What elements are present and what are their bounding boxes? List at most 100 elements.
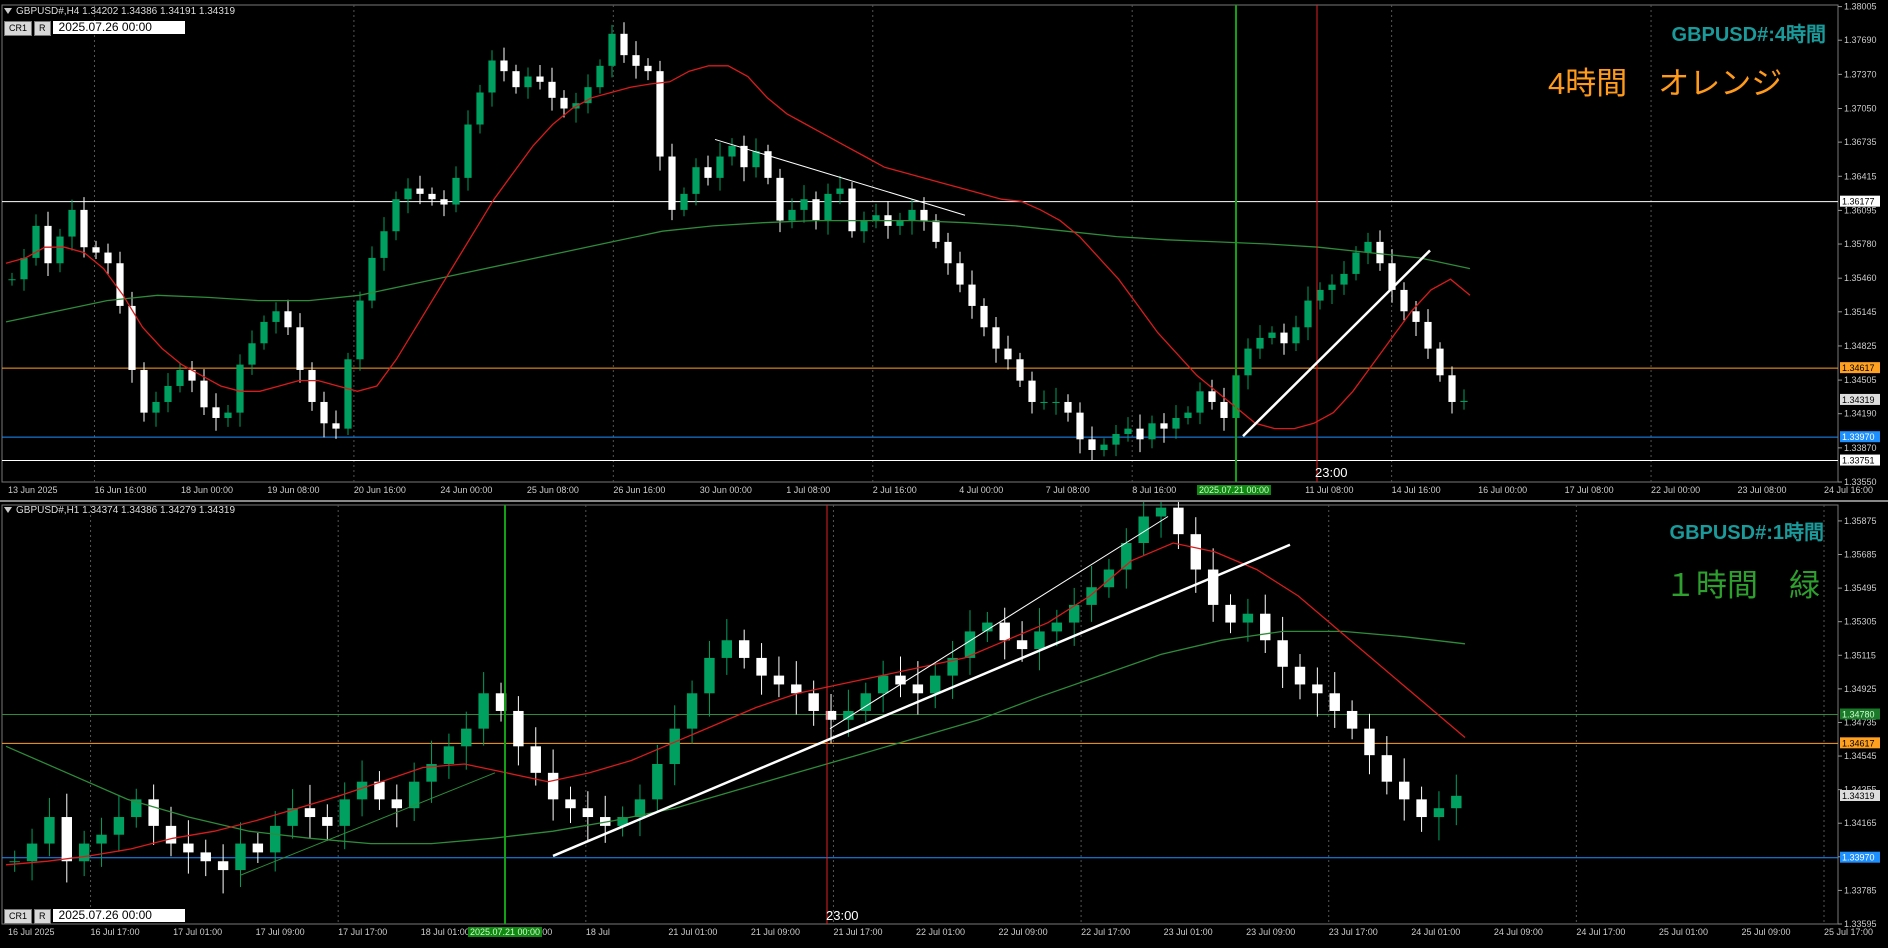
h1-candle-body (252, 843, 264, 853)
h1-tag-row: CR1 R 2025.07.26 00:00 (4, 909, 185, 924)
h1-candle-body (200, 852, 211, 862)
h4-r-tag[interactable]: R (34, 21, 51, 36)
h1-candle-body (791, 684, 802, 694)
h1-green-marker: 2025.07.21 00:00 (468, 927, 543, 937)
h1-candle-body (1346, 710, 1358, 729)
h4-candle-body (248, 343, 256, 365)
h4-symbol-title: GBPUSD#:4時間 (1671, 24, 1826, 46)
h1-chart-svg[interactable]: 16 Jul 2025 16 Jul 17:00 17 Jul 01:00 17 Ju… (0, 502, 1888, 948)
h1-candle-body (1312, 684, 1323, 694)
h4-y-tick-label: 1.35780 (1844, 239, 1877, 249)
h1-date-box[interactable]: 2025.07.26 00:00 (52, 909, 185, 922)
h1-candle-body (443, 746, 455, 765)
h1-symbol-title: GBPUSD#:1時間 (1669, 522, 1824, 544)
h4-candle-body (1136, 428, 1144, 440)
h4-candle-body (308, 369, 316, 402)
h1-candle-body (1260, 613, 1271, 641)
h4-candle-body (68, 209, 76, 237)
h1-price-label: 1.34617 (1842, 738, 1875, 748)
h4-y-tick-label: 1.33550 (1844, 477, 1877, 487)
h4-candle-body (836, 188, 844, 194)
h1-cursor-time: 23:00 (826, 908, 859, 923)
h4-candle-body (452, 177, 460, 205)
h1-candle-body (1294, 666, 1306, 685)
h4-candle-body (620, 33, 628, 56)
h1-candle-body (1242, 613, 1254, 623)
h1-candle-body (1016, 640, 1028, 650)
h4-candle-body (956, 263, 964, 285)
h1-r-tag[interactable]: R (34, 909, 51, 924)
h4-candle-body (1376, 241, 1384, 264)
h1-candle-body (669, 728, 680, 765)
h4-candle-body (416, 188, 424, 194)
h4-x-tick-label: 25 Jun 08:00 (527, 485, 579, 495)
h4-candle-body (1280, 332, 1288, 344)
h1-candle-body (61, 817, 73, 862)
h1-candle-body (322, 817, 333, 826)
h1-candle-body (270, 825, 281, 853)
h4-x-tick-label: 17 Jul 08:00 (1565, 485, 1614, 495)
h4-candle-body (176, 369, 184, 386)
h4-candle-body (536, 76, 544, 82)
h4-candle-body (968, 284, 976, 306)
h4-y-tick-label: 1.34505 (1844, 375, 1877, 385)
h4-x-tick-label: 2 Jul 16:00 (873, 485, 917, 495)
h4-x-tick-label: 16 Jul 00:00 (1478, 485, 1527, 495)
h4-x-tick-label: 8 Jul 16:00 (1132, 485, 1176, 495)
h1-x-tick-label: 17 Jul 01:00 (173, 927, 222, 937)
h1-candle-body (999, 622, 1010, 641)
h4-candle-body (1400, 289, 1408, 312)
h1-candle-body (1103, 569, 1115, 588)
h1-candle-body (356, 781, 368, 800)
h1-x-tick-label: 23 Jul 09:00 (1246, 927, 1295, 937)
h1-y-tick-label: 1.34545 (1844, 751, 1877, 761)
h1-candle-body (895, 675, 906, 685)
h1-candle-body (756, 657, 767, 676)
h1-cr1-tag[interactable]: CR1 (4, 909, 33, 924)
h4-candle-body (1184, 412, 1192, 418)
h4-candle-body (20, 257, 28, 280)
h4-x-tick-label: 22 Jul 00:00 (1651, 485, 1700, 495)
h1-x-tick-label: 17 Jul 17:00 (338, 927, 387, 937)
h4-candle-body (1460, 400, 1468, 402)
h4-candle-body (980, 305, 988, 328)
h4-y-tick-label: 1.36095 (1844, 205, 1877, 215)
h1-candle-body (1034, 631, 1045, 650)
h4-candle-body (296, 327, 304, 370)
h4-candle-body (1256, 337, 1264, 349)
h4-cursor-time: 23:00 (1315, 465, 1348, 480)
h4-y-tick-label: 1.37370 (1844, 69, 1877, 79)
h4-x-tick-label: 24 Jun 00:00 (440, 485, 492, 495)
h1-candle-body (513, 710, 524, 747)
h4-chart-pane[interactable]: 13 Jun 2025 16 Jun 16:00 18 Jun 00:00 19 Ju… (0, 0, 1888, 502)
h4-candle-body (1124, 428, 1132, 434)
h4-candle-body (380, 231, 388, 258)
h1-candle-body (478, 693, 489, 729)
h1-x-tick-label: 21 Jul 17:00 (833, 927, 882, 937)
h4-cr1-tag[interactable]: CR1 (4, 21, 33, 36)
h1-x-tick-label: 18 Jul 01:00 (421, 927, 470, 937)
collapse-triangle-icon[interactable] (4, 8, 12, 15)
h1-candle-body (1277, 640, 1288, 667)
h4-ma-slow-line (5, 219, 1471, 323)
h4-price-label: 1.36177 (1842, 197, 1875, 207)
h1-candle-body (582, 808, 594, 818)
h1-x-tick-label: 23 Jul 17:00 (1329, 927, 1378, 937)
h4-candle-body (356, 300, 364, 360)
h4-candle-body (692, 167, 700, 194)
h1-candle-body (1433, 808, 1445, 818)
collapse-triangle-icon[interactable] (4, 507, 12, 514)
h4-x-tick-label: 18 Jun 00:00 (181, 485, 233, 495)
h1-candle-body (704, 657, 715, 694)
h1-candle-body (235, 843, 246, 871)
h4-candle-body (896, 220, 904, 226)
h4-candle-body (512, 71, 520, 88)
h4-x-tick-label: 13 Jun 2025 (8, 485, 58, 495)
h1-x-tick-label: 22 Jul 17:00 (1081, 927, 1130, 937)
h4-date-box[interactable]: 2025.07.26 00:00 (52, 21, 185, 34)
h1-y-tick-label: 1.33785 (1844, 885, 1877, 895)
h1-y-tick-label: 1.33595 (1844, 919, 1877, 929)
h4-candle-body (1436, 348, 1444, 376)
h1-candle-body (1381, 755, 1393, 782)
h1-chart-pane[interactable]: 16 Jul 2025 16 Jul 17:00 17 Jul 01:00 17 Ju… (0, 502, 1888, 948)
